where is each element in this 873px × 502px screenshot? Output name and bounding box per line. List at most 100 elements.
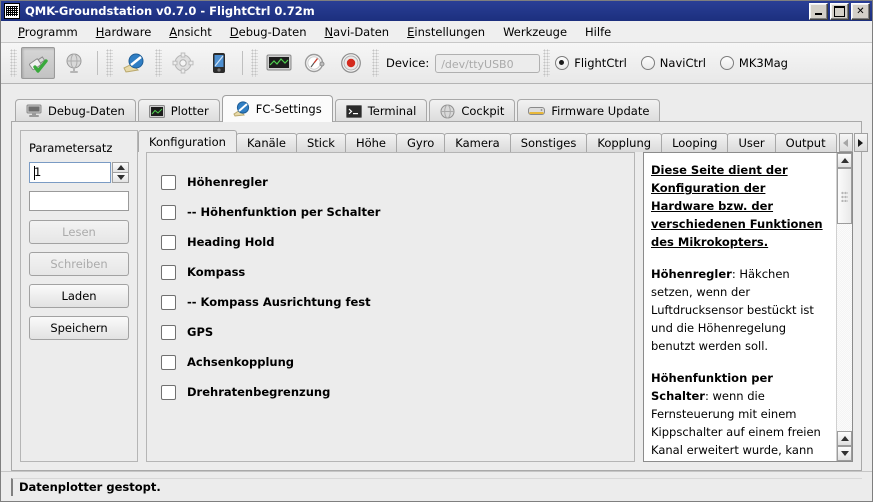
checkbox-label: GPS bbox=[187, 325, 213, 339]
menu-item-debug-daten[interactable]: Debug-Daten bbox=[221, 23, 316, 41]
plotter-display-icon bbox=[266, 52, 292, 74]
parameterset-name-input[interactable] bbox=[29, 191, 129, 211]
tab-firmware-update[interactable]: Firmware Update bbox=[517, 99, 660, 122]
help-text: Diese Seite dient der Konfiguration der … bbox=[644, 153, 836, 461]
tab-cockpit[interactable]: Cockpit bbox=[429, 99, 515, 122]
checkbox-kompass[interactable] bbox=[161, 265, 176, 280]
checkbox-hoehenregler[interactable] bbox=[161, 175, 176, 190]
subtab-sonstiges[interactable]: Sonstiges bbox=[510, 133, 588, 152]
toolbar-grip[interactable] bbox=[251, 49, 258, 77]
laden-button[interactable]: Laden bbox=[29, 284, 129, 308]
subtab-scroll-right-button[interactable] bbox=[854, 133, 868, 152]
chevron-down-icon bbox=[117, 175, 125, 180]
checkbox-achsenkopplung[interactable] bbox=[161, 355, 176, 370]
scrollbar-thumb[interactable] bbox=[837, 168, 852, 224]
subtab-hoehe[interactable]: Höhe bbox=[345, 133, 397, 152]
subtab-stick[interactable]: Stick bbox=[296, 133, 346, 152]
navigation-button[interactable] bbox=[117, 47, 151, 79]
speichern-button[interactable]: Speichern bbox=[29, 316, 129, 340]
spin-down-button[interactable] bbox=[112, 172, 129, 183]
maximize-button[interactable] bbox=[830, 3, 849, 20]
menu-item-hilfe[interactable]: Hilfe bbox=[576, 23, 620, 41]
checkbox-row[interactable]: -- Höhenfunktion per Schalter bbox=[161, 197, 634, 227]
menu-label: ebug-Daten bbox=[239, 25, 307, 39]
fc-settings-icon bbox=[233, 101, 250, 117]
checkbox-hoehenfunktion-per-schalter[interactable] bbox=[161, 205, 176, 220]
subtab-konfiguration[interactable]: Konfiguration bbox=[138, 130, 237, 152]
checkbox-row[interactable]: Heading Hold bbox=[161, 227, 634, 257]
checkbox-label: Drehratenbegrenzung bbox=[187, 385, 330, 399]
schreiben-button[interactable]: Schreiben bbox=[29, 252, 129, 276]
menu-item-navi-daten[interactable]: Navi-Daten bbox=[316, 23, 399, 41]
checkbox-row[interactable]: GPS bbox=[161, 317, 634, 347]
scrollbar-track[interactable] bbox=[837, 224, 852, 431]
menu-item-programm[interactable]: Programm bbox=[9, 23, 87, 41]
radio-indicator bbox=[555, 56, 569, 70]
checkbox-gps[interactable] bbox=[161, 325, 176, 340]
cockpit-icon bbox=[440, 104, 455, 119]
radio-flightctrl[interactable]: FlightCtrl bbox=[555, 56, 627, 70]
plotter-display-button[interactable] bbox=[262, 47, 296, 79]
parameterset-input[interactable]: 1 bbox=[29, 162, 111, 183]
checkbox-row[interactable]: Achsenkopplung bbox=[161, 347, 634, 377]
subtab-output[interactable]: Output bbox=[775, 133, 837, 152]
settings-button[interactable] bbox=[166, 47, 200, 79]
scroll-down-button[interactable] bbox=[837, 446, 852, 461]
radio-label: FlightCtrl bbox=[574, 56, 627, 70]
checkbox-row[interactable]: Höhenregler bbox=[161, 167, 634, 197]
connect-button[interactable] bbox=[21, 47, 55, 79]
parameterset-spinbox[interactable]: 1 bbox=[29, 162, 129, 183]
terminal-icon bbox=[346, 105, 362, 118]
tab-terminal[interactable]: Terminal bbox=[335, 99, 428, 122]
subtab-kopplung[interactable]: Kopplung bbox=[586, 133, 662, 152]
help-heading: Diese Seite dient der Konfiguration der … bbox=[651, 163, 823, 249]
connect-icon bbox=[27, 52, 49, 74]
checkbox-drehratenbegrenzung[interactable] bbox=[161, 385, 176, 400]
minimize-button[interactable] bbox=[809, 3, 828, 20]
checkbox-row[interactable]: -- Kompass Ausrichtung fest bbox=[161, 287, 634, 317]
subtab-user[interactable]: User bbox=[727, 133, 775, 152]
radio-mk3mag[interactable]: MK3Mag bbox=[720, 56, 788, 70]
fc-settings-panel: Parametersatz 1 Lesen Schreiben Laden Sp… bbox=[11, 121, 862, 471]
radio-label: MK3Mag bbox=[739, 56, 788, 70]
sub-tab-bar: Konfiguration Kanäle Stick Höhe Gyro Kam… bbox=[138, 130, 853, 152]
lesen-button[interactable]: Lesen bbox=[29, 220, 129, 244]
tab-label: FC-Settings bbox=[256, 102, 322, 116]
subtab-scroll-left-button[interactable] bbox=[839, 133, 853, 152]
toolbar-grip[interactable] bbox=[155, 49, 162, 77]
subtab-kanaele[interactable]: Kanäle bbox=[236, 133, 297, 152]
help-scrollbar[interactable] bbox=[836, 153, 852, 461]
scroll-up-button[interactable] bbox=[837, 153, 852, 168]
globe-button[interactable] bbox=[57, 47, 91, 79]
close-button[interactable]: ✕ bbox=[851, 3, 870, 20]
checkbox-heading-hold[interactable] bbox=[161, 235, 176, 250]
chevron-right-icon bbox=[858, 139, 863, 147]
toolbar-separator bbox=[242, 51, 243, 75]
menu-item-ansicht[interactable]: Ansicht bbox=[160, 23, 220, 41]
checkbox-kompass-ausrichtung-fest[interactable] bbox=[161, 295, 176, 310]
tab-debug-daten[interactable]: Debug-Daten bbox=[15, 99, 136, 122]
spin-up-button[interactable] bbox=[112, 162, 129, 172]
toolbar-grip[interactable] bbox=[543, 49, 550, 77]
tab-fc-settings[interactable]: FC-Settings bbox=[222, 95, 333, 122]
subtab-looping[interactable]: Looping bbox=[661, 133, 728, 152]
subtab-kamera[interactable]: Kamera bbox=[444, 133, 510, 152]
checkbox-row[interactable]: Drehratenbegrenzung bbox=[161, 377, 634, 407]
chevron-up-icon bbox=[117, 165, 125, 170]
menu-item-hardware[interactable]: Hardware bbox=[87, 23, 161, 41]
subtab-gyro[interactable]: Gyro bbox=[396, 133, 445, 152]
menu-item-werkzeuge[interactable]: Werkzeuge bbox=[494, 23, 576, 41]
checkbox-row[interactable]: Kompass bbox=[161, 257, 634, 287]
scroll-up-button-bottom[interactable] bbox=[837, 431, 852, 446]
menu-item-einstellungen[interactable]: Einstellungen bbox=[398, 23, 494, 41]
radio-navictrl[interactable]: NaviCtrl bbox=[641, 56, 706, 70]
device-pda-button[interactable] bbox=[202, 47, 236, 79]
toolbar-grip[interactable] bbox=[106, 49, 113, 77]
debug-data-icon bbox=[26, 104, 42, 118]
compass-gauge-button[interactable] bbox=[298, 47, 332, 79]
record-button[interactable] bbox=[334, 47, 368, 79]
device-input[interactable]: /dev/ttyUSB0 bbox=[435, 54, 540, 73]
tab-plotter[interactable]: Plotter bbox=[138, 99, 220, 122]
toolbar-grip[interactable] bbox=[372, 49, 379, 77]
toolbar-grip[interactable] bbox=[10, 49, 17, 77]
